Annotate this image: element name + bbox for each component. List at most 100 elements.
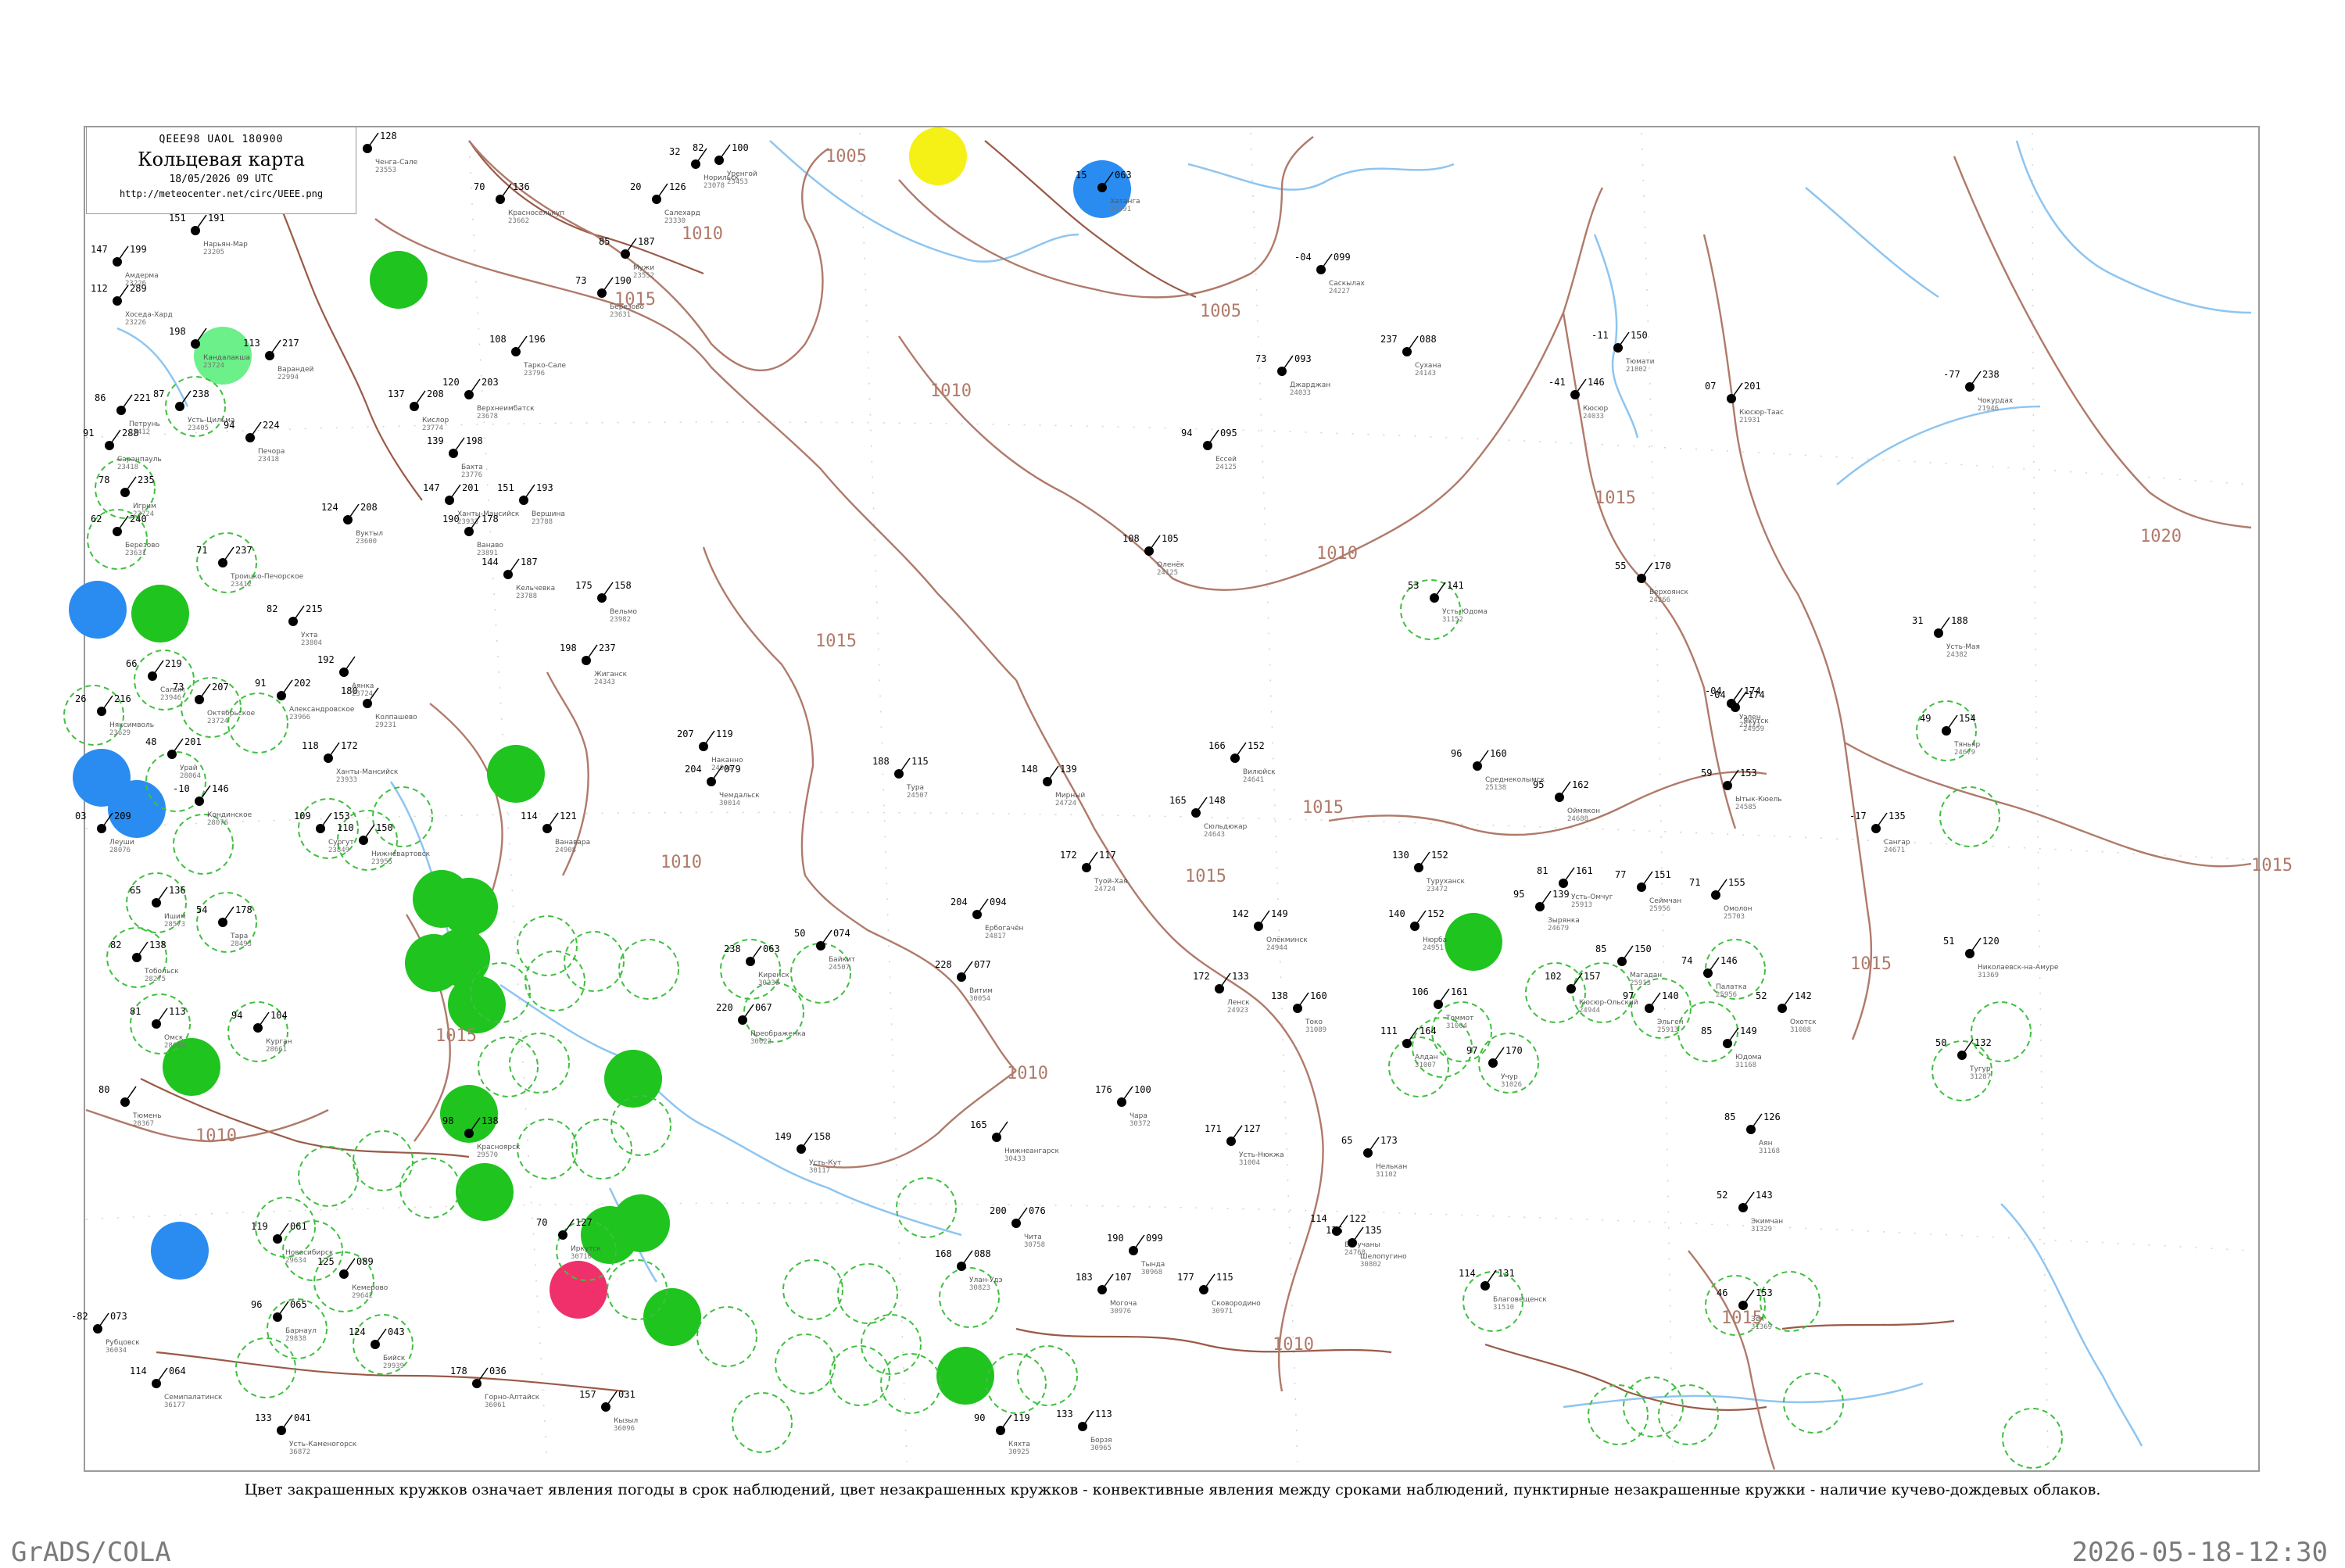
station-temp: 70: [474, 181, 485, 192]
station-pressure: 190: [614, 275, 632, 286]
station-name: Жиганск: [594, 671, 628, 678]
station-temp: 168: [935, 1248, 952, 1259]
station-id: 30758: [1024, 1241, 1045, 1249]
station-name: Оленёк: [1157, 561, 1185, 569]
station-name: Чара: [1130, 1112, 1147, 1120]
station-name: Нарьян-Мар: [203, 241, 248, 249]
station-pressure: 115: [1216, 1272, 1233, 1283]
station-name: Тугур: [1969, 1065, 1991, 1073]
station-name: Зырянка: [1548, 917, 1580, 925]
station-id: 30823: [969, 1284, 990, 1292]
station-name: Семипалатинск: [164, 1394, 223, 1402]
station-id: 24643: [1204, 831, 1225, 839]
station-id: 24908: [555, 847, 576, 854]
station-pressure: 127: [575, 1217, 593, 1228]
station-temp: 66: [126, 658, 137, 669]
station-pressure: 161: [1576, 865, 1593, 876]
weather-circle: [1445, 913, 1502, 971]
station-temp: 137: [388, 388, 405, 399]
station-pressure: 188: [1951, 615, 1968, 626]
station-temp: 31: [1912, 615, 1923, 626]
station-name: Мужи: [633, 264, 654, 272]
station-id: 24382: [1946, 651, 1967, 659]
station-pressure: 149: [1740, 1026, 1757, 1036]
station-pressure: 150: [1631, 330, 1648, 341]
station-pressure: 221: [134, 392, 151, 403]
station-id: 25913: [1657, 1026, 1678, 1034]
station-pressure: 135: [1889, 811, 1906, 822]
isobar-label: 1015: [1850, 954, 1892, 974]
station-id: 23724: [133, 510, 154, 518]
header-code-line: QEEE98 UAOL 180900: [159, 134, 284, 145]
station-id: 30971: [1212, 1308, 1233, 1316]
station-name: Кызыл: [614, 1417, 638, 1425]
station-temp: 82: [267, 603, 277, 614]
station-id: 24641: [1243, 776, 1264, 784]
station-pressure: 155: [1728, 877, 1745, 888]
station-name: Учур: [1501, 1073, 1518, 1081]
station-id: 23796: [524, 370, 545, 378]
station-temp: 65: [130, 885, 141, 896]
station-id: 24724: [1055, 800, 1076, 807]
station-name: Тура: [906, 784, 924, 792]
station-temp: 98: [442, 1115, 453, 1126]
station-pressure: 160: [1310, 990, 1327, 1001]
station-id: 25138: [1485, 784, 1506, 792]
station-name: Экимчан: [1751, 1218, 1783, 1226]
station-temp: 144: [482, 557, 499, 567]
station-id: 30968: [1141, 1269, 1162, 1276]
station-id: 28076: [109, 847, 131, 854]
station-pressure: 149: [1271, 908, 1288, 919]
station-temp: -04: [1294, 252, 1312, 263]
station-name: Туруханск: [1426, 878, 1466, 886]
station-pressure: 158: [614, 580, 632, 591]
isobar-label: 1010: [682, 224, 723, 244]
station-id: 31369: [1978, 972, 1999, 979]
station-name: Магадан: [1630, 972, 1662, 979]
station-temp: 85: [1595, 943, 1606, 954]
station-name: Юдома: [1735, 1054, 1762, 1061]
station-pressure: 063: [763, 943, 780, 954]
station-name: Ленск: [1227, 999, 1250, 1007]
station-pressure: 139: [1060, 764, 1077, 775]
station-name: Петрунь: [129, 421, 160, 428]
station-name: Бахта: [461, 464, 483, 471]
station-pressure: 152: [1427, 908, 1445, 919]
station-pressure: 139: [1552, 889, 1570, 900]
station-id: 31168: [1759, 1147, 1780, 1155]
station-name: Усть-Юдома: [1442, 608, 1488, 616]
station-id: 23776: [461, 471, 482, 479]
station-name: Кандалакша: [203, 354, 250, 362]
station-name: Тюмати: [1625, 358, 1655, 366]
station-id: 23418: [258, 456, 279, 464]
station-id: 28367: [133, 1120, 154, 1128]
station-pressure: 207: [212, 682, 229, 693]
station-temp: 109: [294, 811, 311, 822]
station-id: 24923: [1227, 1007, 1248, 1015]
station-name: Салым: [160, 686, 184, 694]
station-temp: 95: [1533, 779, 1544, 790]
station-id: 30022: [750, 1038, 772, 1046]
station-name: Красноселькуп: [508, 209, 564, 217]
station-id: 25913: [1630, 979, 1651, 987]
station-name: Ишим: [164, 913, 186, 921]
station-pressure: 153: [1756, 1287, 1773, 1298]
station-name: Ванаво: [477, 542, 503, 550]
station-id: 28275: [145, 976, 166, 983]
station-name: Саранпауль: [117, 456, 162, 464]
station-pressure: 126: [669, 181, 686, 192]
station-id: 22994: [277, 374, 299, 381]
station-pressure: 140: [1662, 990, 1679, 1001]
station-pressure: 142: [1795, 990, 1812, 1001]
station-id: 23412: [231, 581, 252, 589]
isobar-label: 1015: [1302, 798, 1344, 818]
station-temp: 130: [1392, 850, 1409, 861]
station-temp: 03: [75, 811, 86, 822]
station-id: 30976: [1110, 1308, 1131, 1316]
station-name: Аян: [1759, 1140, 1773, 1147]
station-temp: 74: [1681, 955, 1692, 966]
station-pressure: 153: [333, 811, 350, 822]
station-pressure: 141: [1447, 580, 1464, 591]
isobar-label: 1015: [815, 632, 857, 651]
station-temp: 114: [521, 811, 538, 822]
